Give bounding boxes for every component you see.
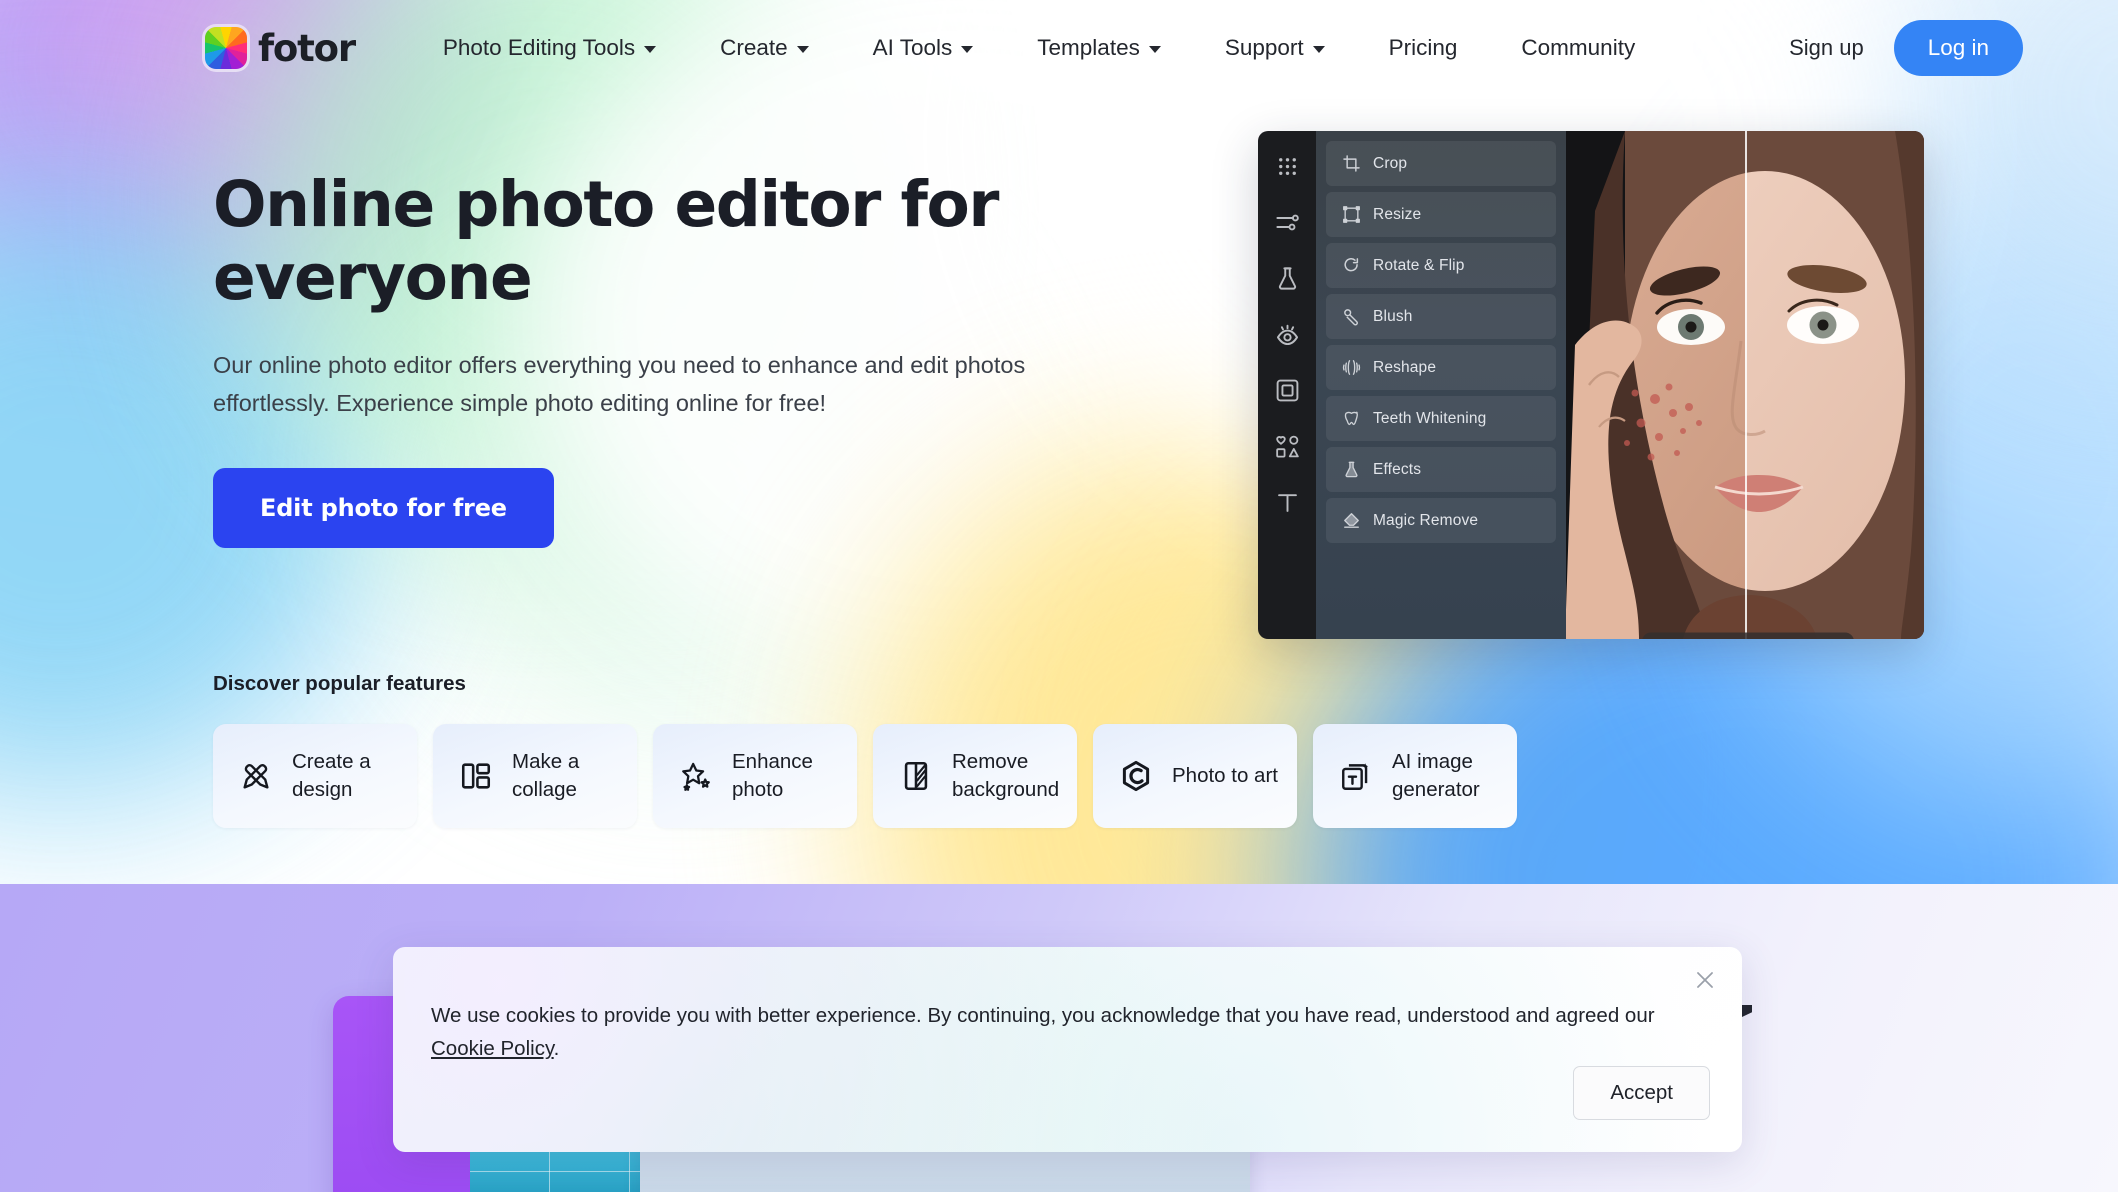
top-navigation-bar: fotor Photo Editing Tools Create AI Tool… [0,0,2118,96]
sparkle-star-icon [679,759,713,793]
editor-tool-effects[interactable]: Effects [1326,447,1556,492]
before-after-portrait [1566,131,1924,639]
feature-card-label: Make a collage [512,750,580,801]
close-icon[interactable] [1692,967,1718,993]
nav-item-support[interactable]: Support [1193,35,1357,61]
cookie-message-after-link: . [553,1037,560,1061]
photo-to-art-icon [1119,759,1153,793]
adjust-sliders-icon[interactable] [1274,209,1301,236]
editor-tool-label: Crop [1373,154,1408,172]
nav-menu: Photo Editing Tools Create AI Tools Temp… [411,35,1667,61]
hero-subtitle: Our online photo editor offers everythin… [213,352,1026,417]
rotate-icon [1342,256,1361,275]
feature-card-photo-to-art[interactable]: Photo to art [1093,724,1297,828]
collage-grid-icon [459,759,493,793]
editor-tool-resize[interactable]: Resize [1326,192,1556,237]
text-icon[interactable] [1274,489,1301,516]
teeth-whitening-icon [1342,409,1361,428]
cookie-message: We use cookies to provide you with bette… [431,999,1661,1065]
feature-card-label: Photo to art [1172,764,1278,788]
edit-photo-for-free-button[interactable]: Edit photo for free [213,468,554,549]
ai-image-generator-icon [1339,759,1373,793]
effects-flask-icon [1342,460,1361,479]
design-brush-icon [239,759,273,793]
magic-remove-icon [1342,511,1361,530]
editor-tool-magic-remove[interactable]: Magic Remove [1326,498,1556,543]
nav-label: Photo Editing Tools [442,35,636,60]
features-heading: Discover popular features [213,672,466,695]
feature-card-list: Create a design Make a collage Enhance p… [213,724,1517,828]
cookie-consent-banner: We use cookies to provide you with bette… [393,947,1742,1152]
chevron-down-icon [796,46,809,53]
editor-tool-list: Crop Resize Rotate & Flip Blush Reshape … [1316,131,1566,639]
grid-dots-icon[interactable] [1274,153,1301,180]
blush-icon [1342,307,1361,326]
signup-link[interactable]: Sign up [1789,35,1864,61]
brand-logo[interactable]: fotor [205,26,356,70]
editor-tool-rotate-flip[interactable]: Rotate & Flip [1326,243,1556,288]
frame-icon[interactable] [1274,377,1301,404]
feature-card-enhance-photo[interactable]: Enhance photo [653,724,857,828]
feature-card-ai-image-generator[interactable]: AI image generator [1313,724,1517,828]
nav-label: AI Tools [872,35,953,60]
shapes-elements-icon[interactable] [1274,433,1301,460]
feature-card-create-a-design[interactable]: Create a design [213,724,417,828]
chevron-down-icon [1312,46,1325,53]
editor-tool-reshape[interactable]: Reshape [1326,345,1556,390]
editor-tool-label: Blush [1373,307,1413,325]
reshape-icon [1342,358,1361,377]
remove-background-icon [899,759,933,793]
nav-label: Support [1224,35,1304,60]
nav-label: Pricing [1388,35,1458,60]
brand-name: fotor [258,26,356,70]
fotor-pinwheel-logo-icon [205,27,247,69]
hero-content: Online photo editor for everyone Our onl… [213,168,1053,549]
feature-card-label: Enhance photo [732,750,813,801]
editor-tool-teeth-whitening[interactable]: Teeth Whitening [1326,396,1556,441]
editor-tool-rail [1258,131,1316,639]
before-after-divider [1745,131,1747,639]
eye-retouch-icon[interactable] [1274,321,1301,348]
nav-item-templates[interactable]: Templates [1005,35,1193,61]
editor-tool-crop[interactable]: Crop [1326,141,1556,186]
nav-label: Community [1521,35,1636,60]
chevron-down-icon [644,46,657,53]
accept-cookies-button[interactable]: Accept [1573,1066,1710,1120]
login-button[interactable]: Log in [1893,20,2023,76]
feature-card-label: Create a design [292,750,371,801]
nav-label: Create [720,35,788,60]
resize-icon [1342,205,1361,224]
chevron-down-icon [1148,46,1161,53]
cookie-policy-link[interactable]: Cookie Policy [431,1037,554,1060]
cookie-message-before-link: We use cookies to provide you with bette… [431,1004,1655,1027]
chevron-down-icon [961,46,974,53]
editor-mockup: Crop Resize Rotate & Flip Blush Reshape … [1258,131,1924,639]
feature-card-label: AI image generator [1392,750,1480,801]
flask-effects-icon[interactable] [1274,265,1301,292]
editor-tool-label: Reshape [1373,358,1437,376]
editor-tool-label: Rotate & Flip [1373,256,1465,274]
crop-icon [1342,154,1361,173]
nav-item-photo-editing-tools[interactable]: Photo Editing Tools [411,35,688,61]
nav-label: Templates [1037,35,1140,60]
nav-item-community[interactable]: Community [1489,35,1667,61]
editor-tool-label: Resize [1373,205,1422,223]
editor-tool-label: Magic Remove [1373,511,1479,529]
nav-item-ai-tools[interactable]: AI Tools [841,35,1006,61]
editor-tool-label: Effects [1373,460,1422,478]
nav-item-pricing[interactable]: Pricing [1357,35,1490,61]
popular-features-section: Discover popular features Create a desig… [213,672,1517,828]
feature-card-make-a-collage[interactable]: Make a collage [433,724,637,828]
nav-item-create[interactable]: Create [688,35,841,61]
feature-card-label: Remove background [952,750,1060,801]
page-title: Online photo editor for everyone [213,168,999,315]
ai-skin-retouch-badge[interactable]: AI Skin Retouch [1642,632,1854,639]
feature-card-remove-background[interactable]: Remove background [873,724,1077,828]
editor-tool-label: Teeth Whitening [1373,409,1487,427]
editor-tool-blush[interactable]: Blush [1326,294,1556,339]
nav-auth-group: Sign up Log in [1761,20,2023,76]
